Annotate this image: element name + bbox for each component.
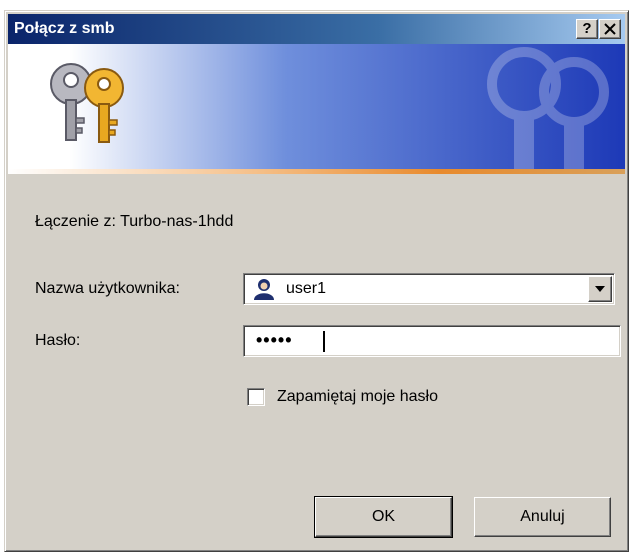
- chevron-down-icon[interactable]: [588, 276, 612, 302]
- password-field[interactable]: •••••: [243, 325, 621, 357]
- remember-password-checkbox[interactable]: [247, 388, 265, 406]
- password-label: Hasło:: [35, 332, 81, 349]
- cancel-button[interactable]: Anuluj: [474, 497, 611, 537]
- help-button[interactable]: ?: [576, 19, 598, 39]
- remember-password-label[interactable]: Zapamiętaj moje hasło: [277, 388, 438, 406]
- user-icon: [254, 279, 274, 300]
- password-value: •••••: [256, 330, 293, 350]
- title-bar[interactable]: Połącz z smb ?: [8, 14, 625, 44]
- connecting-to-text: Łączenie z: Turbo-nas-1hdd: [35, 213, 234, 230]
- connect-dialog: Połącz z smb ? Łączenie z: Turbo-nas-1hd…: [4, 10, 629, 552]
- banner: [8, 44, 625, 174]
- username-value: user1: [286, 280, 327, 297]
- keys-icon: [50, 63, 124, 143]
- username-combobox[interactable]: user1: [243, 273, 615, 305]
- banner-stripe: [8, 169, 625, 174]
- username-label: Nazwa użytkownika:: [35, 280, 180, 297]
- window-title: Połącz z smb: [14, 20, 115, 37]
- close-button[interactable]: [599, 19, 621, 39]
- close-icon: [604, 23, 616, 35]
- text-caret: [323, 331, 325, 352]
- ok-button[interactable]: OK: [314, 496, 453, 538]
- keys-watermark-icon: [487, 47, 609, 169]
